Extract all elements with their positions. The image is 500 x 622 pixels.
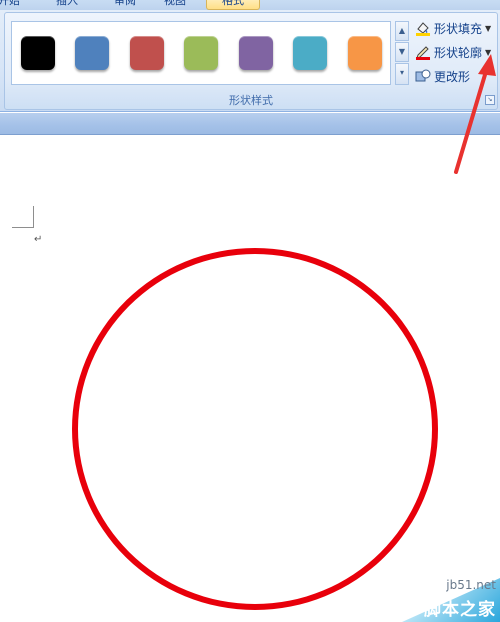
- style-swatch-purple[interactable]: [239, 36, 273, 70]
- change-shape-label: 更改形: [434, 69, 471, 84]
- chevron-down-icon: ▼: [485, 47, 492, 57]
- circle-shape[interactable]: [72, 248, 438, 610]
- gallery-scroll-down-button[interactable]: ▼: [395, 42, 409, 62]
- document-page: ↵: [0, 136, 500, 622]
- ribbon-tab-strip: 开始 插入 审阅 视图 格式: [0, 0, 500, 10]
- shape-fill-label: 形状填充: [434, 21, 483, 36]
- tab-review[interactable]: 审阅: [110, 0, 140, 10]
- shape-styles-group: ▲ ▼ ▾ 形状填充 ▼ 形状轮廓 ▼ 更改形 形状样式 ↘: [4, 12, 498, 110]
- gallery-scroll-up-button[interactable]: ▲: [395, 21, 409, 41]
- tab-home[interactable]: 开始: [0, 0, 24, 10]
- paragraph-mark: ↵: [34, 234, 43, 245]
- shape-outline-button[interactable]: 形状轮廓 ▼: [415, 42, 491, 62]
- dialog-launcher-icon[interactable]: ↘: [485, 95, 495, 105]
- shape-fill-button[interactable]: 形状填充 ▼: [415, 18, 491, 38]
- ribbon: ▲ ▼ ▾ 形状填充 ▼ 形状轮廓 ▼ 更改形 形状样式 ↘: [0, 10, 500, 112]
- style-swatch-green[interactable]: [184, 36, 218, 70]
- page-margin-corner: [12, 206, 34, 228]
- tab-insert[interactable]: 插入: [52, 0, 82, 10]
- paint-bucket-icon: [415, 20, 431, 36]
- style-swatch-red[interactable]: [130, 36, 164, 70]
- ruler-bar: [0, 113, 500, 135]
- style-swatch-blue[interactable]: [75, 36, 109, 70]
- pencil-icon: [415, 44, 431, 60]
- watermark: jb51.net 脚本之家: [360, 578, 500, 622]
- gallery-more-button[interactable]: ▾: [395, 63, 409, 85]
- gallery-scroller: ▲ ▼ ▾: [395, 21, 409, 85]
- tab-view[interactable]: 视图: [160, 0, 190, 10]
- group-label-shape-styles: 形状样式: [229, 94, 273, 107]
- style-swatch-black[interactable]: [21, 36, 55, 70]
- watermark-site-name: 脚本之家: [424, 600, 496, 620]
- tab-format[interactable]: 格式: [206, 0, 260, 10]
- style-swatch-aqua[interactable]: [293, 36, 327, 70]
- style-swatch-orange[interactable]: [348, 36, 382, 70]
- shape-style-gallery: [11, 21, 391, 85]
- change-shape-icon: [415, 68, 431, 84]
- chevron-down-icon: ▼: [485, 23, 492, 33]
- watermark-url: jb51.net: [446, 578, 496, 592]
- shape-outline-label: 形状轮廓: [434, 45, 483, 60]
- change-shape-button[interactable]: 更改形: [415, 66, 470, 86]
